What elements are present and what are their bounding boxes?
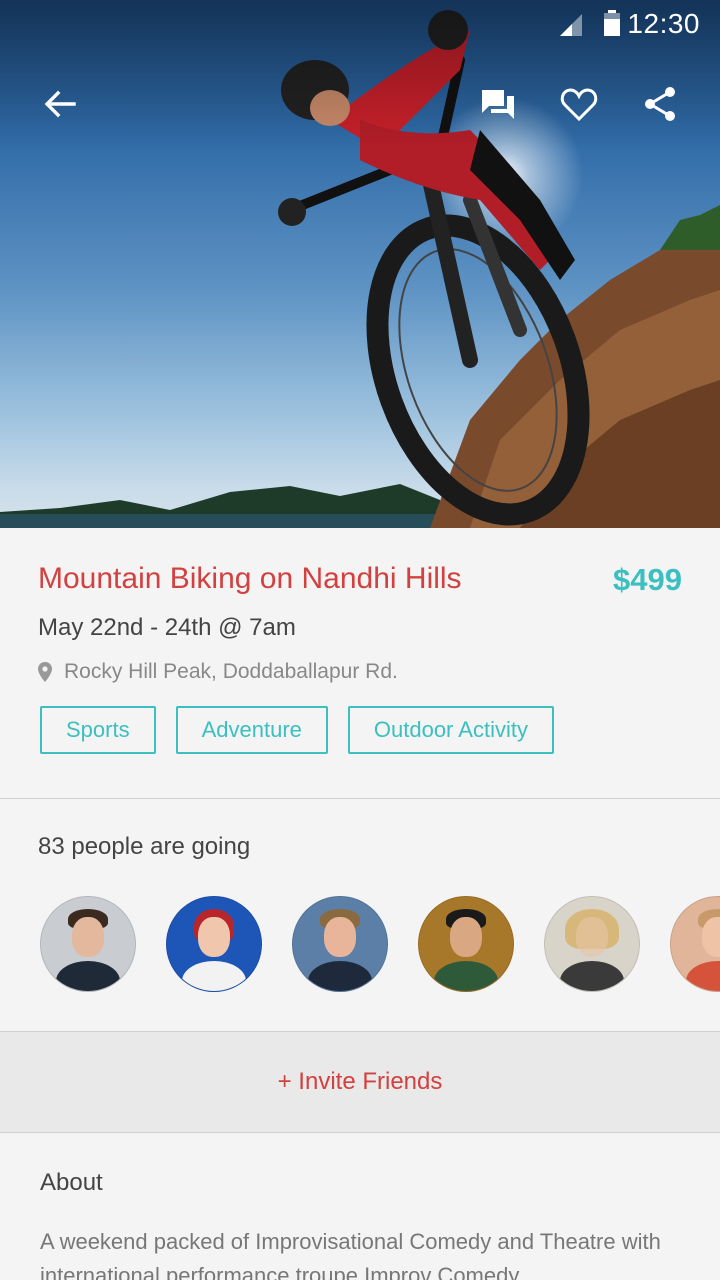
event-location: Rocky Hill Peak, Doddaballapur Rd. [38,660,398,684]
chat-icon [482,90,514,119]
event-price: $499 [613,562,682,597]
avatar[interactable] [544,896,640,992]
about-heading: About [40,1169,103,1196]
favorite-button[interactable] [551,76,607,132]
share-button[interactable] [632,76,688,132]
arrow-back-icon [44,90,76,118]
chat-button[interactable] [470,76,526,132]
tag-list: Sports Adventure Outdoor Activity [40,706,554,754]
status-time: 12:30 [627,8,700,39]
tag-sports[interactable]: Sports [40,706,156,754]
cell-signal-icon [560,14,582,36]
location-pin-icon [38,662,52,682]
attendees-section: 83 people are going [0,799,720,1032]
heart-outline-icon [560,88,598,122]
attendee-count: 83 people are going [38,833,251,860]
event-date: May 22nd - 24th @ 7am [38,614,296,641]
avatar[interactable] [40,896,136,992]
avatar[interactable] [670,896,720,992]
invite-friends-button[interactable]: + Invite Friends [0,1032,720,1133]
avatar[interactable] [166,896,262,992]
back-button[interactable] [32,76,88,132]
tag-adventure[interactable]: Adventure [175,706,328,754]
attendee-avatar-list [40,896,720,992]
battery-icon [604,10,620,36]
status-bar: 12:30 [0,0,720,48]
hero-image [0,0,720,528]
event-location-text: Rocky Hill Peak, Doddaballapur Rd. [64,660,398,683]
share-icon [645,87,675,121]
avatar[interactable] [292,896,388,992]
event-info: Mountain Biking on Nandhi Hills $499 May… [0,528,720,799]
event-title: Mountain Biking on Nandhi Hills [38,562,462,595]
about-text: A weekend packed of Improvisational Come… [40,1229,661,1280]
about-section: About A weekend packed of Improvisationa… [0,1133,720,1280]
avatar[interactable] [418,896,514,992]
tag-outdoor-activity[interactable]: Outdoor Activity [347,706,554,754]
